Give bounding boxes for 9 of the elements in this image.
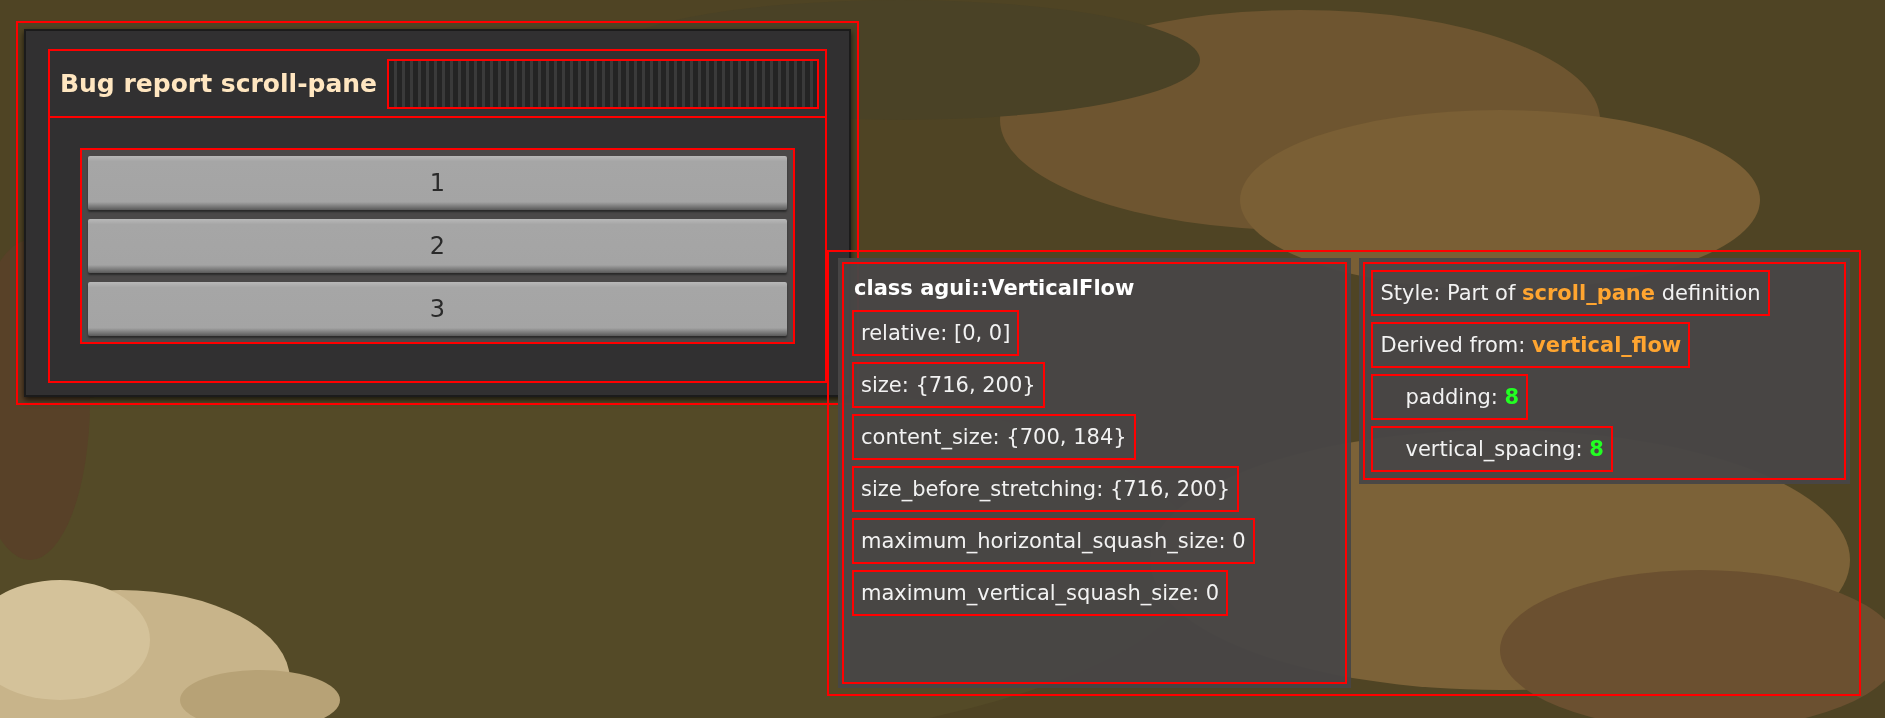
style-setting: vertical_spacing: 8 bbox=[1371, 426, 1613, 472]
flow-button[interactable]: 2 bbox=[88, 219, 787, 273]
style-reference: Derived from: vertical_flow bbox=[1371, 322, 1691, 368]
class-name: class agui::VerticalFlow bbox=[853, 275, 1136, 302]
flow-button[interactable]: 3 bbox=[88, 282, 787, 336]
window-title: Bug report scroll-pane bbox=[60, 69, 378, 98]
style-reference: Style: Part of scroll_pane definition bbox=[1371, 270, 1770, 316]
flow-button[interactable]: 1 bbox=[88, 156, 787, 210]
style-setting: padding: 8 bbox=[1371, 374, 1529, 420]
